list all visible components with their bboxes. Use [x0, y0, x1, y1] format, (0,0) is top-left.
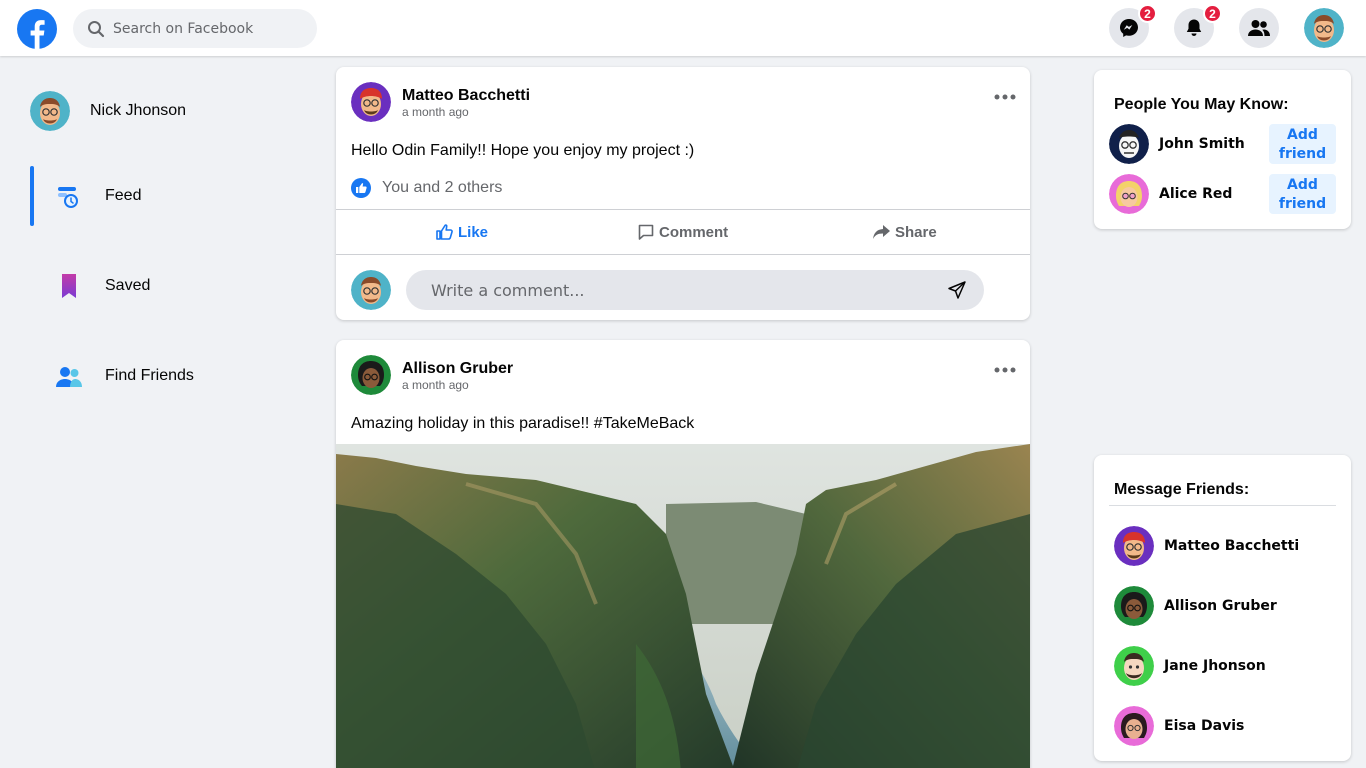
like-label: Like — [458, 223, 489, 241]
post-text: Amazing holiday in this paradise!! #Take… — [351, 415, 695, 432]
reactions-summary[interactable]: You and 2 others — [351, 178, 502, 198]
friend-chat-item[interactable]: Jane Jhonson — [1114, 646, 1266, 686]
sidebar-profile-link[interactable]: Nick Jhonson — [30, 91, 186, 131]
add-friend-button[interactable]: Add friend — [1269, 174, 1336, 214]
suggestion-name[interactable]: Alice Red — [1159, 186, 1232, 202]
post-header: Allison Gruber a month ago — [351, 355, 513, 395]
friend-avatar — [1114, 586, 1154, 626]
post-author[interactable]: Matteo Bacchetti — [402, 86, 530, 105]
like-reaction-icon — [351, 178, 371, 198]
user-avatar — [30, 91, 70, 131]
people-you-may-know-panel: People You May Know: John Smith Add frie… — [1094, 70, 1351, 229]
suggestion-avatar[interactable] — [1109, 174, 1149, 214]
suggestion-row: John Smith Add friend — [1109, 124, 1339, 164]
post-photo[interactable] — [336, 444, 1030, 768]
message-friends-panel: Message Friends: Matteo Bacchetti Alliso… — [1094, 455, 1351, 761]
share-icon — [873, 225, 890, 239]
send-icon[interactable] — [948, 281, 966, 299]
post-author[interactable]: Allison Gruber — [402, 359, 513, 378]
author-avatar[interactable] — [351, 82, 391, 122]
comment-input[interactable] — [431, 280, 931, 300]
friend-chat-item[interactable]: Allison Gruber — [1114, 586, 1277, 626]
post-timestamp: a month ago — [402, 377, 469, 392]
friend-chat-item[interactable]: Eisa Davis — [1114, 706, 1244, 746]
top-navigation-bar: 2 2 — [0, 0, 1366, 56]
messenger-button[interactable]: 2 — [1109, 4, 1157, 48]
more-options-icon[interactable] — [994, 93, 1016, 101]
friends-icon — [1248, 20, 1270, 36]
sidebar-item-find-friends[interactable]: Find Friends — [30, 346, 280, 406]
sidebar-item-label: Saved — [105, 277, 151, 294]
sidebar-user-name: Nick Jhonson — [90, 102, 187, 119]
messenger-badge: 2 — [1138, 4, 1157, 23]
post-card: Matteo Bacchetti a month ago Hello Odin … — [336, 67, 1030, 320]
more-options-icon[interactable] — [994, 366, 1016, 374]
friend-avatar — [1114, 526, 1154, 566]
friend-avatar — [1114, 646, 1154, 686]
friend-name: Matteo Bacchetti — [1164, 538, 1300, 554]
comment-label: Comment — [659, 223, 729, 241]
panel-title: People You May Know: — [1114, 96, 1289, 113]
author-avatar[interactable] — [351, 355, 391, 395]
friends-icon — [56, 367, 82, 387]
friend-avatar — [1114, 706, 1154, 746]
suggestion-name[interactable]: John Smith — [1159, 136, 1245, 152]
active-indicator — [30, 166, 34, 226]
messenger-icon — [1120, 19, 1138, 37]
suggestion-avatar[interactable] — [1109, 124, 1149, 164]
comment-composer — [351, 270, 984, 310]
post-text: Hello Odin Family!! Hope you enjoy my pr… — [351, 142, 695, 159]
facebook-logo-icon[interactable] — [17, 9, 57, 49]
divider — [1109, 505, 1336, 506]
post-card: Allison Gruber a month ago Amazing holid… — [336, 340, 1030, 768]
comment-input-box[interactable] — [406, 270, 984, 310]
thumbs-up-icon — [436, 224, 453, 240]
user-avatar[interactable] — [1304, 8, 1344, 48]
share-button[interactable]: Share — [873, 210, 937, 254]
friend-name: Jane Jhonson — [1164, 658, 1266, 674]
search-input[interactable] — [113, 20, 293, 37]
like-button[interactable]: Like — [436, 210, 488, 254]
post-actions: Like Comment Share — [336, 209, 1030, 255]
bell-icon — [1186, 19, 1202, 36]
search-icon — [88, 20, 105, 37]
suggestion-row: Alice Red Add friend — [1109, 174, 1339, 214]
notifications-button[interactable]: 2 — [1174, 4, 1222, 48]
share-label: Share — [895, 223, 937, 241]
post-header: Matteo Bacchetti a month ago — [351, 82, 530, 122]
friend-chat-item[interactable]: Matteo Bacchetti — [1114, 526, 1299, 566]
comment-button[interactable]: Comment — [638, 210, 728, 254]
user-avatar — [351, 270, 391, 310]
sidebar-item-feed[interactable]: Feed — [30, 166, 280, 226]
bookmark-icon — [62, 274, 76, 298]
notifications-badge: 2 — [1203, 4, 1222, 23]
sidebar-item-label: Feed — [105, 187, 142, 204]
friends-button[interactable] — [1239, 8, 1279, 48]
add-friend-button[interactable]: Add friend — [1269, 124, 1336, 164]
search-bar[interactable] — [73, 9, 317, 48]
sidebar-item-label: Find Friends — [105, 367, 194, 384]
likes-count-text: You and 2 others — [382, 179, 503, 196]
friend-name: Allison Gruber — [1164, 598, 1277, 614]
comment-icon — [638, 224, 654, 240]
post-timestamp: a month ago — [402, 104, 469, 119]
panel-title: Message Friends: — [1114, 481, 1250, 498]
friend-name: Eisa Davis — [1164, 718, 1245, 734]
feed-icon — [58, 187, 78, 208]
sidebar-item-saved[interactable]: Saved — [30, 256, 280, 316]
